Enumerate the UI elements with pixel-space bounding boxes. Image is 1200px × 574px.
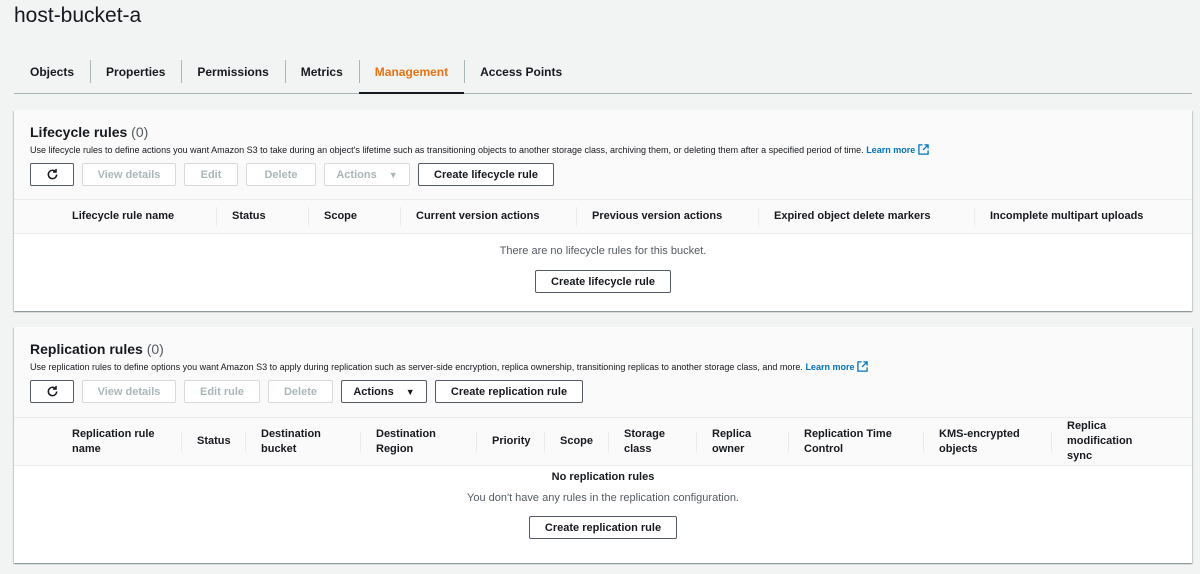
column-header[interactable]: Scope	[544, 434, 608, 449]
column-header[interactable]: Incomplete multipart uploads	[974, 209, 1174, 224]
lifecycle-count: (0)	[131, 124, 149, 140]
lifecycle-table-header: Lifecycle rule name Status Scope Current…	[14, 200, 1192, 234]
column-header-line: Replica	[712, 427, 752, 440]
column-header[interactable]: Replication rule name	[56, 427, 181, 457]
lifecycle-delete-button[interactable]: Delete	[246, 163, 316, 186]
tab-properties[interactable]: Properties	[90, 50, 181, 93]
create-replication-rule-button[interactable]: Create replication rule	[435, 380, 583, 403]
replication-delete-button[interactable]: Delete	[268, 380, 333, 403]
column-header[interactable]: Replica owner	[696, 427, 788, 457]
lifecycle-view-details-button[interactable]: View details	[82, 163, 176, 186]
tab-bar: Objects Properties Permissions Metrics M…	[14, 50, 1192, 94]
external-link-icon	[857, 361, 869, 372]
tab-label: Properties	[106, 64, 166, 79]
lifecycle-panel-header: Lifecycle rules (0) Use lifecycle rules …	[14, 110, 1192, 200]
replication-edit-rule-button[interactable]: Edit rule	[184, 380, 260, 403]
lifecycle-actions-button[interactable]: Actions ▼	[324, 163, 410, 186]
column-header[interactable]: KMS-encrypted objects	[923, 427, 1051, 457]
tab-permissions[interactable]: Permissions	[181, 50, 284, 93]
column-header-line: Replication Time	[804, 427, 892, 440]
column-header-line: Scope	[560, 435, 594, 447]
caret-down-icon: ▼	[388, 169, 398, 180]
create-lifecycle-rule-empty-button[interactable]: Create lifecycle rule	[535, 270, 671, 293]
learn-more-label: Learn more	[866, 145, 916, 155]
column-header-line: Priority	[492, 435, 531, 447]
column-header[interactable]: Storage class	[608, 427, 696, 457]
replication-count: (0)	[146, 341, 164, 357]
create-replication-rule-empty-button[interactable]: Create replication rule	[529, 516, 677, 539]
replication-table-header: Replication rule name Status Destination b…	[14, 418, 1192, 466]
tab-label: Permissions	[197, 64, 269, 79]
external-link-icon	[918, 144, 929, 155]
column-header[interactable]: Lifecycle rule name	[56, 209, 216, 224]
column-header-line: sync	[1067, 450, 1093, 462]
replication-actions-button[interactable]: Actions ▼	[341, 380, 427, 403]
column-header[interactable]: Expired object delete markers	[758, 209, 974, 224]
column-header[interactable]: Priority	[476, 434, 544, 449]
replication-panel-header: Replication rules (0) Use replication ru…	[14, 327, 1192, 418]
tab-management[interactable]: Management	[358, 50, 465, 94]
page-title: host-bucket-a	[14, 4, 142, 27]
actions-label: Actions	[353, 385, 394, 398]
lifecycle-panel: Lifecycle rules (0) Use lifecycle rules …	[14, 110, 1192, 311]
tab-label: Management	[374, 64, 449, 79]
refresh-icon	[47, 385, 57, 397]
column-header-line: Status	[197, 435, 231, 447]
column-header[interactable]: Replica modification sync	[1051, 419, 1189, 464]
column-header-line: bucket	[261, 442, 297, 455]
tab-metrics[interactable]: Metrics	[284, 50, 359, 93]
column-header[interactable]: Destination Region	[360, 427, 476, 457]
column-header[interactable]: Scope	[308, 209, 400, 224]
column-header[interactable]: Status	[181, 434, 245, 449]
column-header[interactable]: Previous version actions	[576, 209, 758, 224]
column-header[interactable]: Current version actions	[400, 209, 576, 224]
lifecycle-edit-button[interactable]: Edit	[184, 163, 238, 186]
replication-title-text: Replication rules	[30, 341, 143, 357]
replication-panel: Replication rules (0) Use replication ru…	[14, 327, 1192, 563]
lifecycle-refresh-button[interactable]	[30, 163, 74, 186]
replication-refresh-button[interactable]	[30, 380, 74, 403]
learn-more-label: Learn more	[805, 362, 855, 372]
refresh-icon	[47, 168, 57, 180]
lifecycle-empty-message: There are no lifecycle rules for this bu…	[499, 245, 707, 257]
tab-objects[interactable]: Objects	[14, 50, 90, 93]
replication-learn-more-link[interactable]: Learn more	[805, 361, 869, 372]
replication-title: Replication rules (0)	[30, 341, 1176, 357]
replication-description-text: Use replication rules to define options …	[30, 362, 803, 372]
tab-label: Objects	[30, 64, 75, 79]
create-lifecycle-rule-button[interactable]: Create lifecycle rule	[418, 163, 554, 186]
column-header-line: class	[624, 442, 652, 455]
column-header-line: Replication rule	[72, 427, 155, 440]
column-header[interactable]: Replication Time Control	[788, 427, 923, 457]
lifecycle-learn-more-link[interactable]: Learn more	[866, 144, 929, 155]
column-header-line: Destination	[376, 427, 436, 440]
column-header-line: objects	[939, 442, 978, 455]
tab-access-points[interactable]: Access Points	[464, 50, 578, 93]
lifecycle-title-text: Lifecycle rules	[30, 124, 128, 140]
column-header-line: name	[72, 442, 101, 455]
lifecycle-description-text: Use lifecycle rules to define actions yo…	[30, 145, 864, 155]
tab-label: Access Points	[480, 64, 563, 79]
lifecycle-description: Use lifecycle rules to define actions yo…	[30, 144, 1176, 155]
column-header-line: Storage	[624, 427, 665, 440]
column-header-line: Region	[376, 442, 414, 455]
caret-down-icon: ▼	[405, 386, 415, 397]
replication-empty-message: You don't have any rules in the replicat…	[467, 492, 739, 504]
replication-description: Use replication rules to define options …	[30, 361, 1176, 372]
tab-label: Metrics	[300, 64, 343, 79]
column-header-line: KMS-encrypted	[939, 427, 1020, 440]
column-header[interactable]: Status	[216, 209, 308, 224]
column-header-line: Control	[804, 442, 844, 455]
column-header-line: owner	[712, 442, 745, 455]
column-header[interactable]: Destination bucket	[245, 427, 360, 457]
actions-label: Actions	[336, 168, 377, 181]
replication-view-details-button[interactable]: View details	[82, 380, 176, 403]
column-header-line: Replica modification	[1067, 420, 1133, 447]
replication-empty-title: No replication rules	[551, 471, 655, 483]
lifecycle-title: Lifecycle rules (0)	[30, 124, 1176, 140]
column-header-line: Destination	[261, 427, 321, 440]
